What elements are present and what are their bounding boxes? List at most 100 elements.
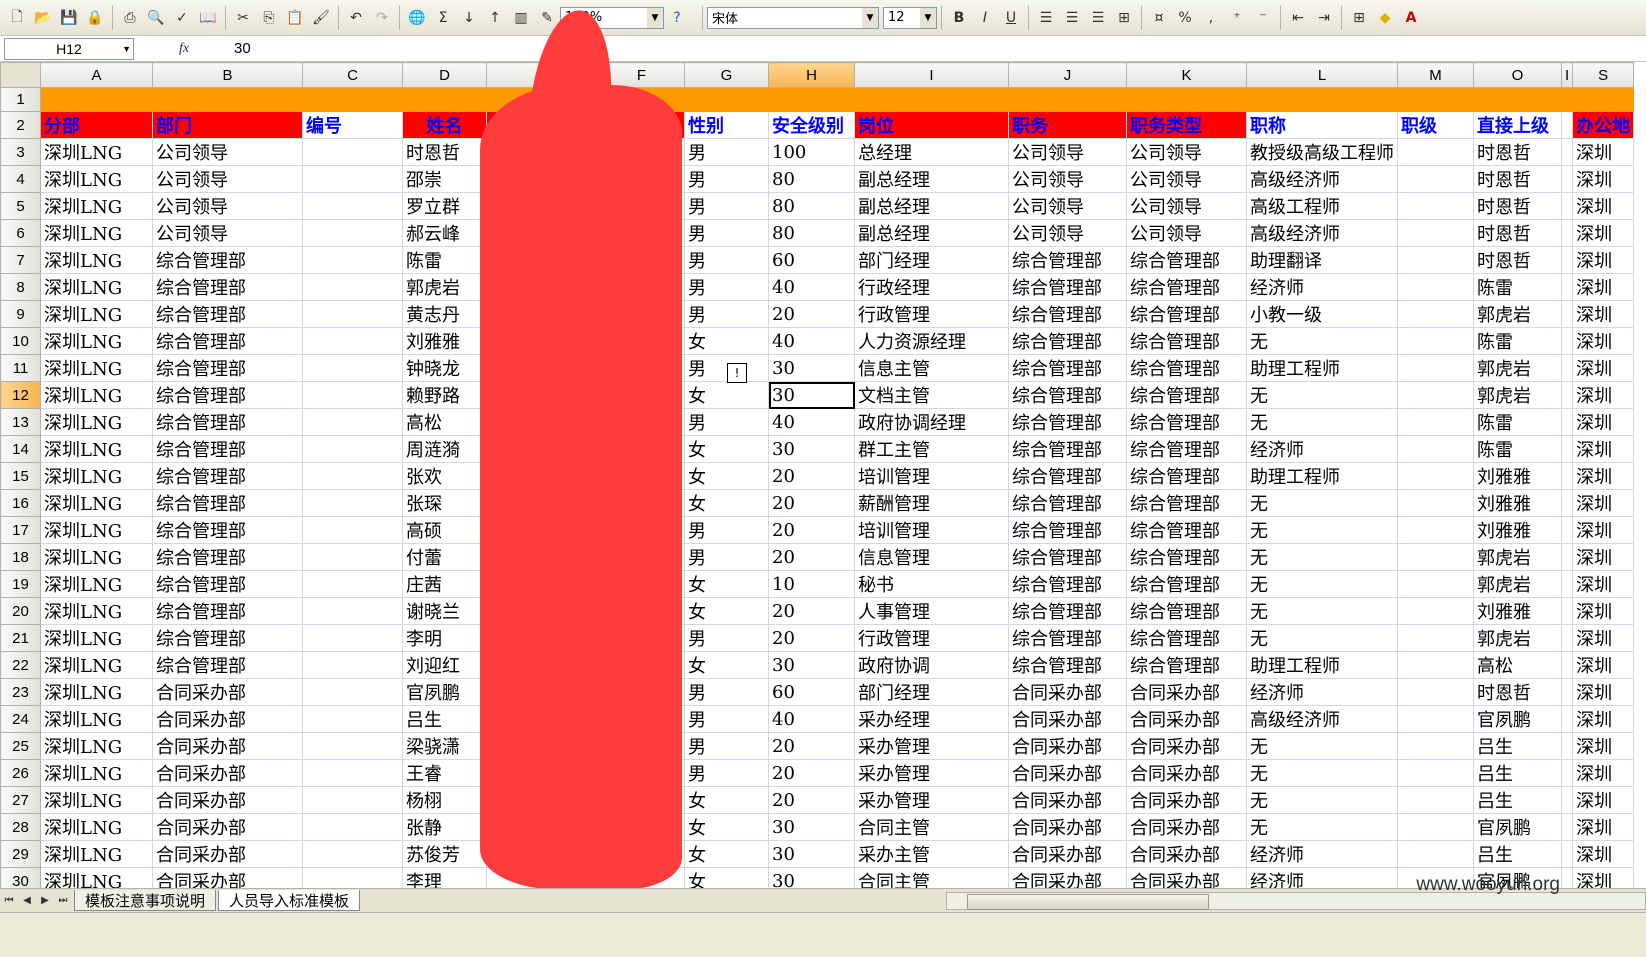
- cell[interactable]: [302, 516, 403, 544]
- cell[interactable]: 综合管理部: [152, 273, 303, 301]
- cell[interactable]: 时恩哲: [1473, 219, 1562, 247]
- cell[interactable]: 综合管理部: [152, 651, 303, 679]
- cell[interactable]: 深圳LNG: [40, 651, 153, 679]
- cell[interactable]: [1560, 489, 1574, 517]
- cell[interactable]: [1560, 219, 1574, 247]
- cell[interactable]: 郭虎岩: [1473, 354, 1562, 382]
- cell[interactable]: [302, 246, 403, 274]
- cell[interactable]: 深圳: [1572, 300, 1635, 328]
- cell[interactable]: 陈雷: [1473, 435, 1562, 463]
- cell[interactable]: 深圳: [1572, 354, 1635, 382]
- header-cell[interactable]: 职称: [1246, 111, 1398, 139]
- cell[interactable]: 深圳LNG: [40, 219, 153, 247]
- cell[interactable]: 20: [768, 300, 855, 328]
- sort-ascending-icon[interactable]: ↓: [458, 7, 480, 29]
- cell[interactable]: 30: [768, 381, 855, 409]
- cell[interactable]: 公司领导: [1126, 192, 1247, 220]
- borders-icon[interactable]: ⊞: [1348, 7, 1370, 29]
- cell[interactable]: 深圳: [1572, 408, 1635, 436]
- cell[interactable]: [1397, 138, 1474, 166]
- cell[interactable]: 男: [684, 192, 769, 220]
- cell[interactable]: 综合管理部: [1008, 624, 1127, 652]
- cell[interactable]: 综合管理部: [1126, 570, 1247, 598]
- cell[interactable]: 公司领导: [152, 138, 303, 166]
- cell[interactable]: 男: [684, 624, 769, 652]
- header-cell[interactable]: 姓名: [402, 111, 487, 139]
- cell[interactable]: 合同采办部: [152, 759, 303, 787]
- chevron-down-icon[interactable]: ▼: [920, 7, 936, 28]
- name-box[interactable]: H12 ▼: [4, 37, 134, 60]
- cell[interactable]: 张欢: [402, 462, 487, 490]
- cell[interactable]: 高级工程师: [1246, 192, 1398, 220]
- cell[interactable]: [1397, 273, 1474, 301]
- cell[interactable]: 深圳LNG: [40, 570, 153, 598]
- cell[interactable]: 80: [768, 192, 855, 220]
- cell[interactable]: 深圳: [1572, 840, 1635, 868]
- cell[interactable]: 教授级高级工程师: [1246, 138, 1398, 166]
- row-header[interactable]: 30: [0, 867, 41, 888]
- cell[interactable]: 郭虎岩: [1473, 570, 1562, 598]
- cell[interactable]: 综合管理部: [1008, 300, 1127, 328]
- decrease-decimal-icon[interactable]: ⁻: [1252, 7, 1274, 29]
- spelling-icon[interactable]: ✓: [171, 7, 193, 29]
- cell[interactable]: 深圳LNG: [40, 408, 153, 436]
- cell[interactable]: 女: [684, 786, 769, 814]
- row-header[interactable]: 6: [0, 219, 41, 247]
- cell[interactable]: 女: [684, 813, 769, 841]
- cell[interactable]: 总经理: [854, 138, 1009, 166]
- chart-wizard-icon[interactable]: ▥: [510, 7, 532, 29]
- cell[interactable]: 综合管理部: [152, 408, 303, 436]
- cell[interactable]: 男: [684, 138, 769, 166]
- cell[interactable]: 高级经济师: [1246, 165, 1398, 193]
- cell[interactable]: 无: [1246, 489, 1398, 517]
- cell[interactable]: 深圳LNG: [40, 732, 153, 760]
- merge-center-icon[interactable]: ⊞: [1113, 7, 1135, 29]
- cell[interactable]: 20: [768, 786, 855, 814]
- cell[interactable]: 综合管理部: [1008, 651, 1127, 679]
- cell[interactable]: 女: [684, 489, 769, 517]
- cell[interactable]: [302, 759, 403, 787]
- cell[interactable]: 合同采办部: [152, 786, 303, 814]
- cell[interactable]: 综合管理部: [1126, 435, 1247, 463]
- cell[interactable]: [1397, 462, 1474, 490]
- cell[interactable]: 女: [684, 867, 769, 888]
- cell[interactable]: 深圳: [1572, 462, 1635, 490]
- cell[interactable]: 综合管理部: [1126, 543, 1247, 571]
- cell[interactable]: 20: [768, 732, 855, 760]
- cell[interactable]: 综合管理部: [152, 597, 303, 625]
- cell[interactable]: 深圳: [1572, 516, 1635, 544]
- cell[interactable]: 无: [1246, 327, 1398, 355]
- cell[interactable]: 部门经理: [854, 246, 1009, 274]
- cell[interactable]: 郭虎岩: [1473, 624, 1562, 652]
- column-header[interactable]: L: [1246, 62, 1398, 88]
- orange-band-cell[interactable]: [39, 87, 1635, 112]
- cell[interactable]: [302, 138, 403, 166]
- cell[interactable]: [1397, 165, 1474, 193]
- row-header[interactable]: 26: [0, 759, 41, 787]
- cell[interactable]: [1560, 651, 1574, 679]
- cell[interactable]: [302, 597, 403, 625]
- cell[interactable]: 合同采办部: [152, 813, 303, 841]
- cell[interactable]: 无: [1246, 381, 1398, 409]
- sheet-tab-active[interactable]: 人员导入标准模板: [218, 890, 361, 911]
- italic-button[interactable]: I: [974, 7, 996, 29]
- column-header[interactable]: A: [40, 62, 153, 88]
- cell[interactable]: 信息主管: [854, 354, 1009, 382]
- cell[interactable]: 深圳LNG: [40, 300, 153, 328]
- cell[interactable]: [1397, 516, 1474, 544]
- row-header[interactable]: 29: [0, 840, 41, 868]
- header-cell[interactable]: 职务: [1008, 111, 1127, 139]
- row-header[interactable]: 15: [0, 462, 41, 490]
- cell[interactable]: 男: [684, 759, 769, 787]
- cell[interactable]: 无: [1246, 516, 1398, 544]
- copy-icon[interactable]: ⎘: [258, 7, 280, 29]
- cell[interactable]: 人事管理: [854, 597, 1009, 625]
- cell[interactable]: [1560, 570, 1574, 598]
- column-header[interactable]: I: [1560, 62, 1574, 88]
- cell[interactable]: 女: [684, 570, 769, 598]
- cell[interactable]: 综合管理部: [1126, 516, 1247, 544]
- cell[interactable]: 60: [768, 246, 855, 274]
- cell[interactable]: 80: [768, 219, 855, 247]
- cell[interactable]: [302, 489, 403, 517]
- cell[interactable]: 综合管理部: [152, 462, 303, 490]
